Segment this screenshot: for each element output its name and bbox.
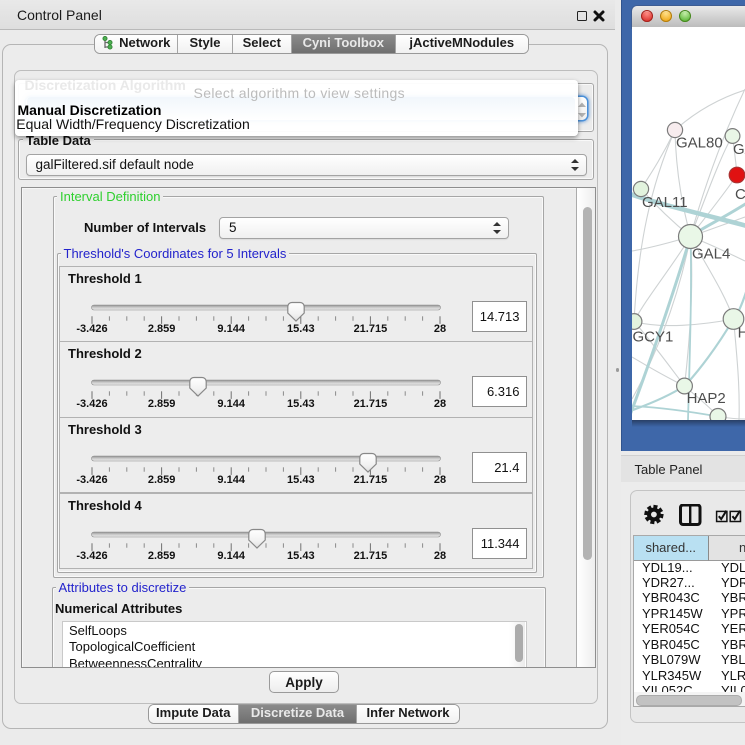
svg-text:GCY1: GCY1 xyxy=(633,328,674,345)
svg-text:GAL80: GAL80 xyxy=(676,134,723,151)
svg-text:H: H xyxy=(738,324,745,341)
svg-text:CD: CD xyxy=(735,186,745,203)
svg-text:HAP2: HAP2 xyxy=(687,390,726,407)
svg-text:GAL11: GAL11 xyxy=(642,194,688,211)
svg-text:GA: GA xyxy=(733,141,745,158)
svg-text:GAL4: GAL4 xyxy=(692,246,730,263)
